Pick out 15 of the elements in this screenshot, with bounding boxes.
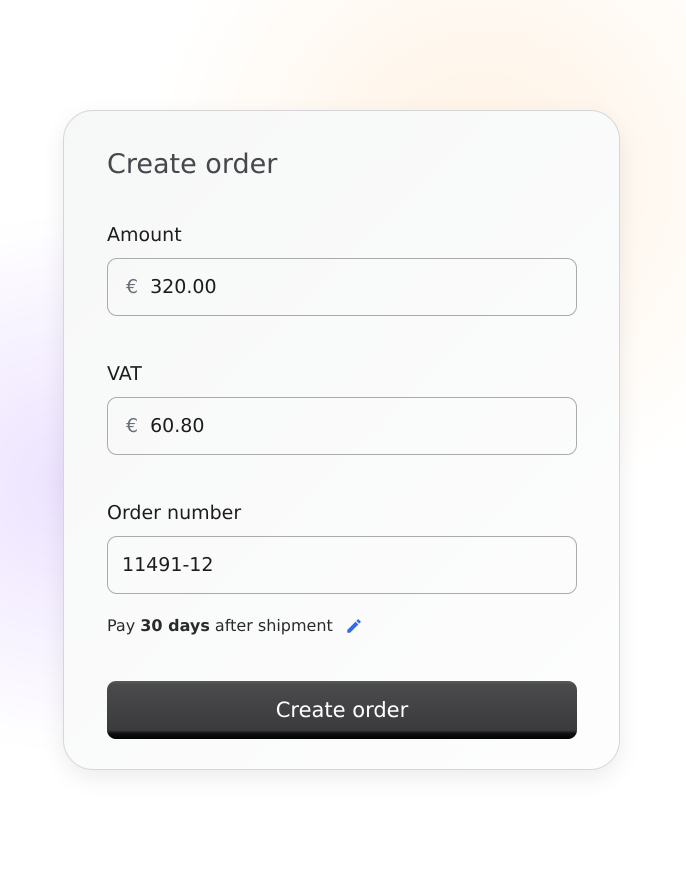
value-input[interactable]: 320.00 [150, 276, 562, 298]
card-title: Create order [107, 149, 278, 180]
field-label: Order number [107, 502, 242, 524]
field-label: VAT [107, 363, 143, 385]
value-input[interactable]: 60.80 [150, 415, 562, 437]
value-input[interactable]: 11491-12 [122, 554, 562, 576]
input-field[interactable]: 11491-12 [107, 536, 577, 594]
currency-symbol: € [126, 276, 138, 298]
currency-symbol: € [126, 415, 138, 437]
currency-field[interactable]: € 320.00 [107, 258, 577, 316]
field-label: Amount [107, 224, 183, 246]
payment-terms-text: Pay 30 days after shipment [107, 616, 333, 635]
edit-icon[interactable] [344, 616, 363, 634]
currency-field[interactable]: € 60.80 [107, 397, 577, 455]
create-order-button[interactable]: Create order [107, 681, 577, 739]
